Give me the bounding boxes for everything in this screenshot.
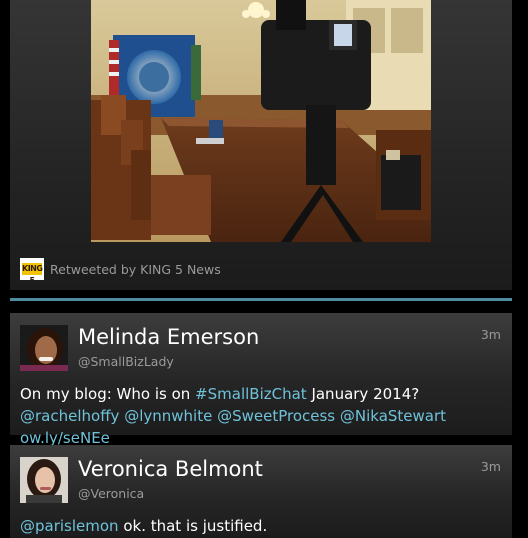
user-handle[interactable]: @SmallBizLady [78,354,174,369]
mention-link[interactable]: @rachelhoffy [20,407,119,425]
timeline-divider [10,298,512,301]
display-name[interactable]: Melinda Emerson [78,325,259,349]
tweet-card-photo[interactable]: KING 5 Retweeted by KING 5 News [10,0,512,290]
tweet-text-part: On my blog: Who is on [20,385,196,403]
avatar-image [20,325,68,371]
avatar[interactable] [20,325,68,371]
king5-logo-icon: KING 5 [20,258,44,280]
tweet-text-part: ok. that is justified. [118,517,268,535]
tweet-card[interactable]: Melinda Emerson @SmallBizLady 3m On my b… [10,313,512,447]
avatar[interactable] [20,457,68,503]
tweet-text-part: January 2014? [306,385,420,403]
avatar-image [20,457,68,503]
mention-link[interactable]: @NikaStewart [340,407,446,425]
king5-logo-text: KING 5 [22,263,43,280]
mention-link[interactable]: @parislemon [20,517,119,535]
tweet-text: @parislemon ok. that is justified. [20,515,504,537]
tweet-time: 3m [480,327,501,342]
photo-image [91,0,431,242]
timeline: KING 5 Retweeted by KING 5 News Melinda … [0,0,528,538]
tweet-text: On my blog: Who is on #SmallBizChat Janu… [20,383,504,449]
mention-link[interactable]: @SweetProcess [217,407,335,425]
tweet-photo[interactable] [91,0,431,242]
user-handle[interactable]: @Veronica [78,486,144,501]
tweet-time: 3m [480,459,501,474]
mention-link[interactable]: @lynnwhite [124,407,212,425]
tweet-card[interactable]: Veronica Belmont @Veronica 3m @parislemo… [10,445,512,538]
display-name[interactable]: Veronica Belmont [78,457,263,481]
retweet-label: Retweeted by KING 5 News [50,261,221,277]
retweet-attribution[interactable]: KING 5 Retweeted by KING 5 News [20,258,221,280]
hashtag-link[interactable]: #SmallBizChat [195,385,307,403]
